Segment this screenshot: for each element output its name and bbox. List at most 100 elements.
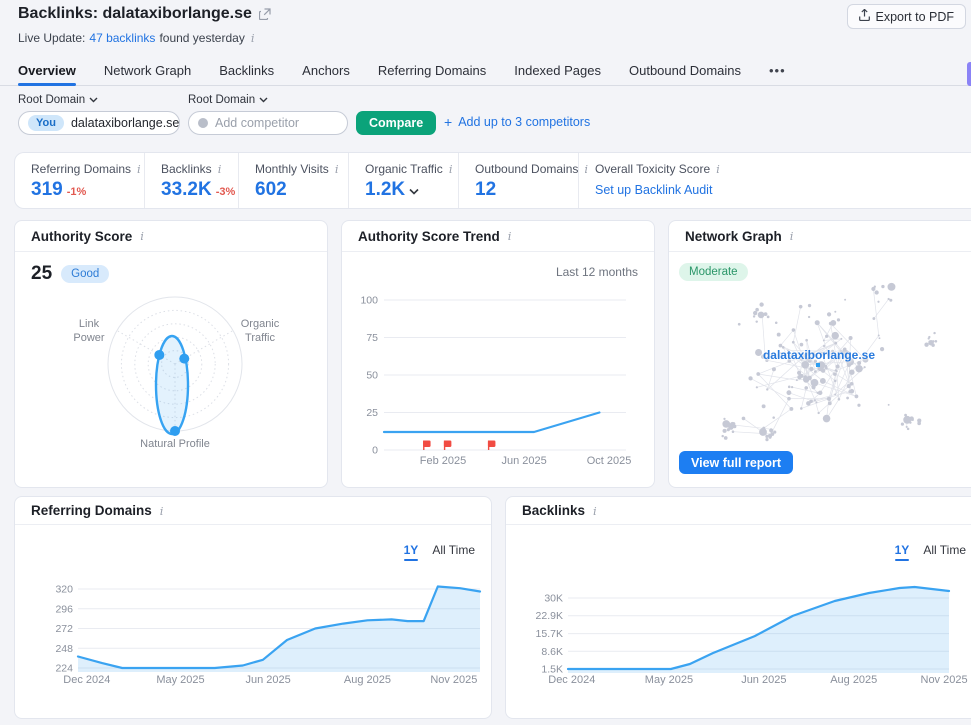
- referring-domains-chart-card: Referring Domains i 1Y All Time 320 296 272…: [14, 496, 492, 719]
- chevron-down-icon: [259, 97, 268, 103]
- network-status-badge: Moderate: [679, 263, 748, 281]
- metric-delta: -3%: [216, 186, 236, 198]
- svg-text:Dec 2024: Dec 2024: [548, 674, 595, 686]
- card-title: Network Graph: [685, 229, 782, 244]
- competitor-scope-select[interactable]: Root Domain: [188, 94, 268, 106]
- backlinks-area-chart: 30K22.9K15.7K8.6K1.5KDec 2024May 2025Jun…: [506, 497, 971, 719]
- svg-text:Feb 2025: Feb 2025: [420, 455, 466, 467]
- tab-overview[interactable]: Overview: [18, 55, 76, 85]
- chevron-down-icon: [89, 97, 98, 103]
- network-center-domain[interactable]: dalataxiborlange.se: [669, 348, 969, 362]
- svg-text:248: 248: [55, 643, 73, 655]
- svg-text:Aug 2025: Aug 2025: [830, 674, 877, 686]
- info-icon[interactable]: i: [333, 162, 341, 176]
- info-icon[interactable]: i: [138, 229, 146, 243]
- svg-text:25: 25: [366, 407, 378, 419]
- add-competitor-input[interactable]: Add competitor: [188, 111, 348, 135]
- live-update-backlinks-link[interactable]: 47 backlinks: [89, 31, 155, 45]
- svg-text:Aug 2025: Aug 2025: [344, 674, 391, 686]
- referring-domains-area-chart: 320 296 272 248 224Dec 2024 May 2025 Jun 2025 A…: [15, 497, 492, 719]
- info-icon[interactable]: i: [158, 504, 166, 518]
- svg-text:296: 296: [55, 603, 73, 615]
- live-update-line: Live Update: 47 backlinks found yesterda…: [18, 31, 257, 45]
- svg-text:1.5K: 1.5K: [541, 664, 563, 676]
- you-domain-input[interactable]: You dalataxiborlange.se: [18, 111, 180, 135]
- info-icon[interactable]: i: [591, 504, 599, 518]
- card-title: Authority Score Trend: [358, 229, 500, 244]
- authority-score-trend-card: Authority Score Trendi Last 12 months 10…: [341, 220, 655, 488]
- svg-text:May 2025: May 2025: [156, 674, 204, 686]
- info-icon[interactable]: i: [506, 229, 514, 243]
- compare-filters: Root Domain Root Domain You dalataxiborl…: [0, 87, 971, 149]
- live-update-suffix: found yesterday: [159, 31, 244, 45]
- metric-referring-domains: Referring Domainsi 319-1%: [15, 153, 144, 208]
- add-competitor-placeholder: Add competitor: [215, 116, 299, 130]
- tab-backlinks[interactable]: Backlinks: [219, 55, 274, 85]
- svg-text:224: 224: [55, 663, 73, 675]
- radar-axis-natural-profile: Natural Profile: [125, 437, 225, 451]
- info-icon[interactable]: i: [135, 162, 143, 176]
- svg-text:320: 320: [55, 584, 73, 596]
- authority-trend-chart: 1007550250Feb 2025Jun 2025Oct 2025: [342, 221, 655, 488]
- info-icon[interactable]: i: [216, 162, 224, 176]
- backlinks-chart-card: Backlinksi 1Y All Time 30K22.9K15.7K8.6K…: [505, 496, 971, 719]
- svg-text:272: 272: [55, 623, 73, 635]
- export-icon: [859, 9, 870, 24]
- svg-text:Nov 2025: Nov 2025: [921, 674, 968, 686]
- tab-referring-domains[interactable]: Referring Domains: [378, 55, 486, 85]
- tab-anchors[interactable]: Anchors: [302, 55, 350, 85]
- svg-text:Dec 2024: Dec 2024: [63, 674, 110, 686]
- competitor-dot-icon: [198, 118, 208, 128]
- view-full-report-button[interactable]: View full report: [679, 451, 793, 474]
- info-icon[interactable]: i: [788, 229, 796, 243]
- page-title: Backlinks: dalataxiborlange.se: [18, 5, 252, 23]
- summary-metrics-bar: Referring Domainsi 319-1% Backlinksi 33.…: [14, 152, 971, 209]
- compare-button[interactable]: Compare: [356, 111, 436, 135]
- range-tabs: 1Y All Time: [404, 543, 475, 561]
- card-title: Backlinks: [522, 503, 585, 518]
- svg-text:8.6K: 8.6K: [541, 646, 563, 658]
- page-header: Backlinks: dalataxiborlange.se Live Upda…: [0, 0, 971, 55]
- tab-outbound-domains[interactable]: Outbound Domains: [629, 55, 741, 85]
- export-to-pdf-button[interactable]: Export to PDF: [847, 4, 967, 29]
- live-update-prefix: Live Update:: [18, 31, 85, 45]
- metric-toxicity-score: Overall Toxicity Scorei Set up Backlink …: [578, 153, 971, 208]
- tab-indexed-pages[interactable]: Indexed Pages: [514, 55, 601, 85]
- network-graph-card: Network Graph i Moderate dalataxiborlange…: [668, 220, 971, 488]
- trend-range-label: Last 12 months: [556, 265, 638, 279]
- card-title: Referring Domains: [31, 503, 152, 518]
- range-tabs: 1Y All Time: [895, 543, 966, 561]
- you-chip: You: [28, 115, 64, 131]
- svg-text:May 2025: May 2025: [645, 674, 693, 686]
- range-tab-all-time[interactable]: All Time: [432, 543, 475, 561]
- svg-text:Oct 2025: Oct 2025: [587, 455, 632, 467]
- you-domain-value: dalataxiborlange.se: [71, 116, 179, 130]
- info-icon[interactable]: i: [447, 162, 455, 176]
- radar-axis-link-power: Link Power: [63, 317, 115, 346]
- report-tabbar: Overview Network Graph Backlinks Anchors…: [0, 55, 971, 86]
- floating-widget-sliver[interactable]: [967, 62, 971, 86]
- you-scope-select[interactable]: Root Domain: [18, 94, 98, 106]
- chevron-down-icon[interactable]: [409, 179, 419, 201]
- tab-more-icon[interactable]: •••: [769, 55, 786, 85]
- svg-text:15.7K: 15.7K: [536, 628, 563, 640]
- add-competitors-link[interactable]: + Add up to 3 competitors: [444, 115, 590, 129]
- setup-backlink-audit-link[interactable]: Set up Backlink Audit: [595, 183, 712, 197]
- metric-backlinks: Backlinksi 33.2K-3%: [144, 153, 238, 208]
- metric-organic-traffic: Organic Traffici 1.2K: [348, 153, 458, 208]
- svg-text:Jun 2025: Jun 2025: [501, 455, 546, 467]
- tab-network-graph[interactable]: Network Graph: [104, 55, 191, 85]
- backlinks-overview-page: Backlinks: dalataxiborlange.se Live Upda…: [0, 0, 971, 725]
- range-tab-1y[interactable]: 1Y: [895, 543, 910, 561]
- info-icon[interactable]: i: [249, 31, 257, 45]
- range-tab-all-time[interactable]: All Time: [923, 543, 966, 561]
- svg-text:Jun 2025: Jun 2025: [741, 674, 786, 686]
- authority-score-value: 25: [31, 263, 52, 285]
- svg-text:Jun 2025: Jun 2025: [246, 674, 291, 686]
- svg-text:50: 50: [366, 370, 378, 382]
- info-icon[interactable]: i: [714, 162, 722, 176]
- external-link-icon[interactable]: [259, 8, 271, 20]
- range-tab-1y[interactable]: 1Y: [404, 543, 419, 561]
- metric-monthly-visits: Monthly Visitsi 602: [238, 153, 348, 208]
- authority-score-card: Authority Scorei 25 Good Link Power Orga…: [14, 220, 328, 488]
